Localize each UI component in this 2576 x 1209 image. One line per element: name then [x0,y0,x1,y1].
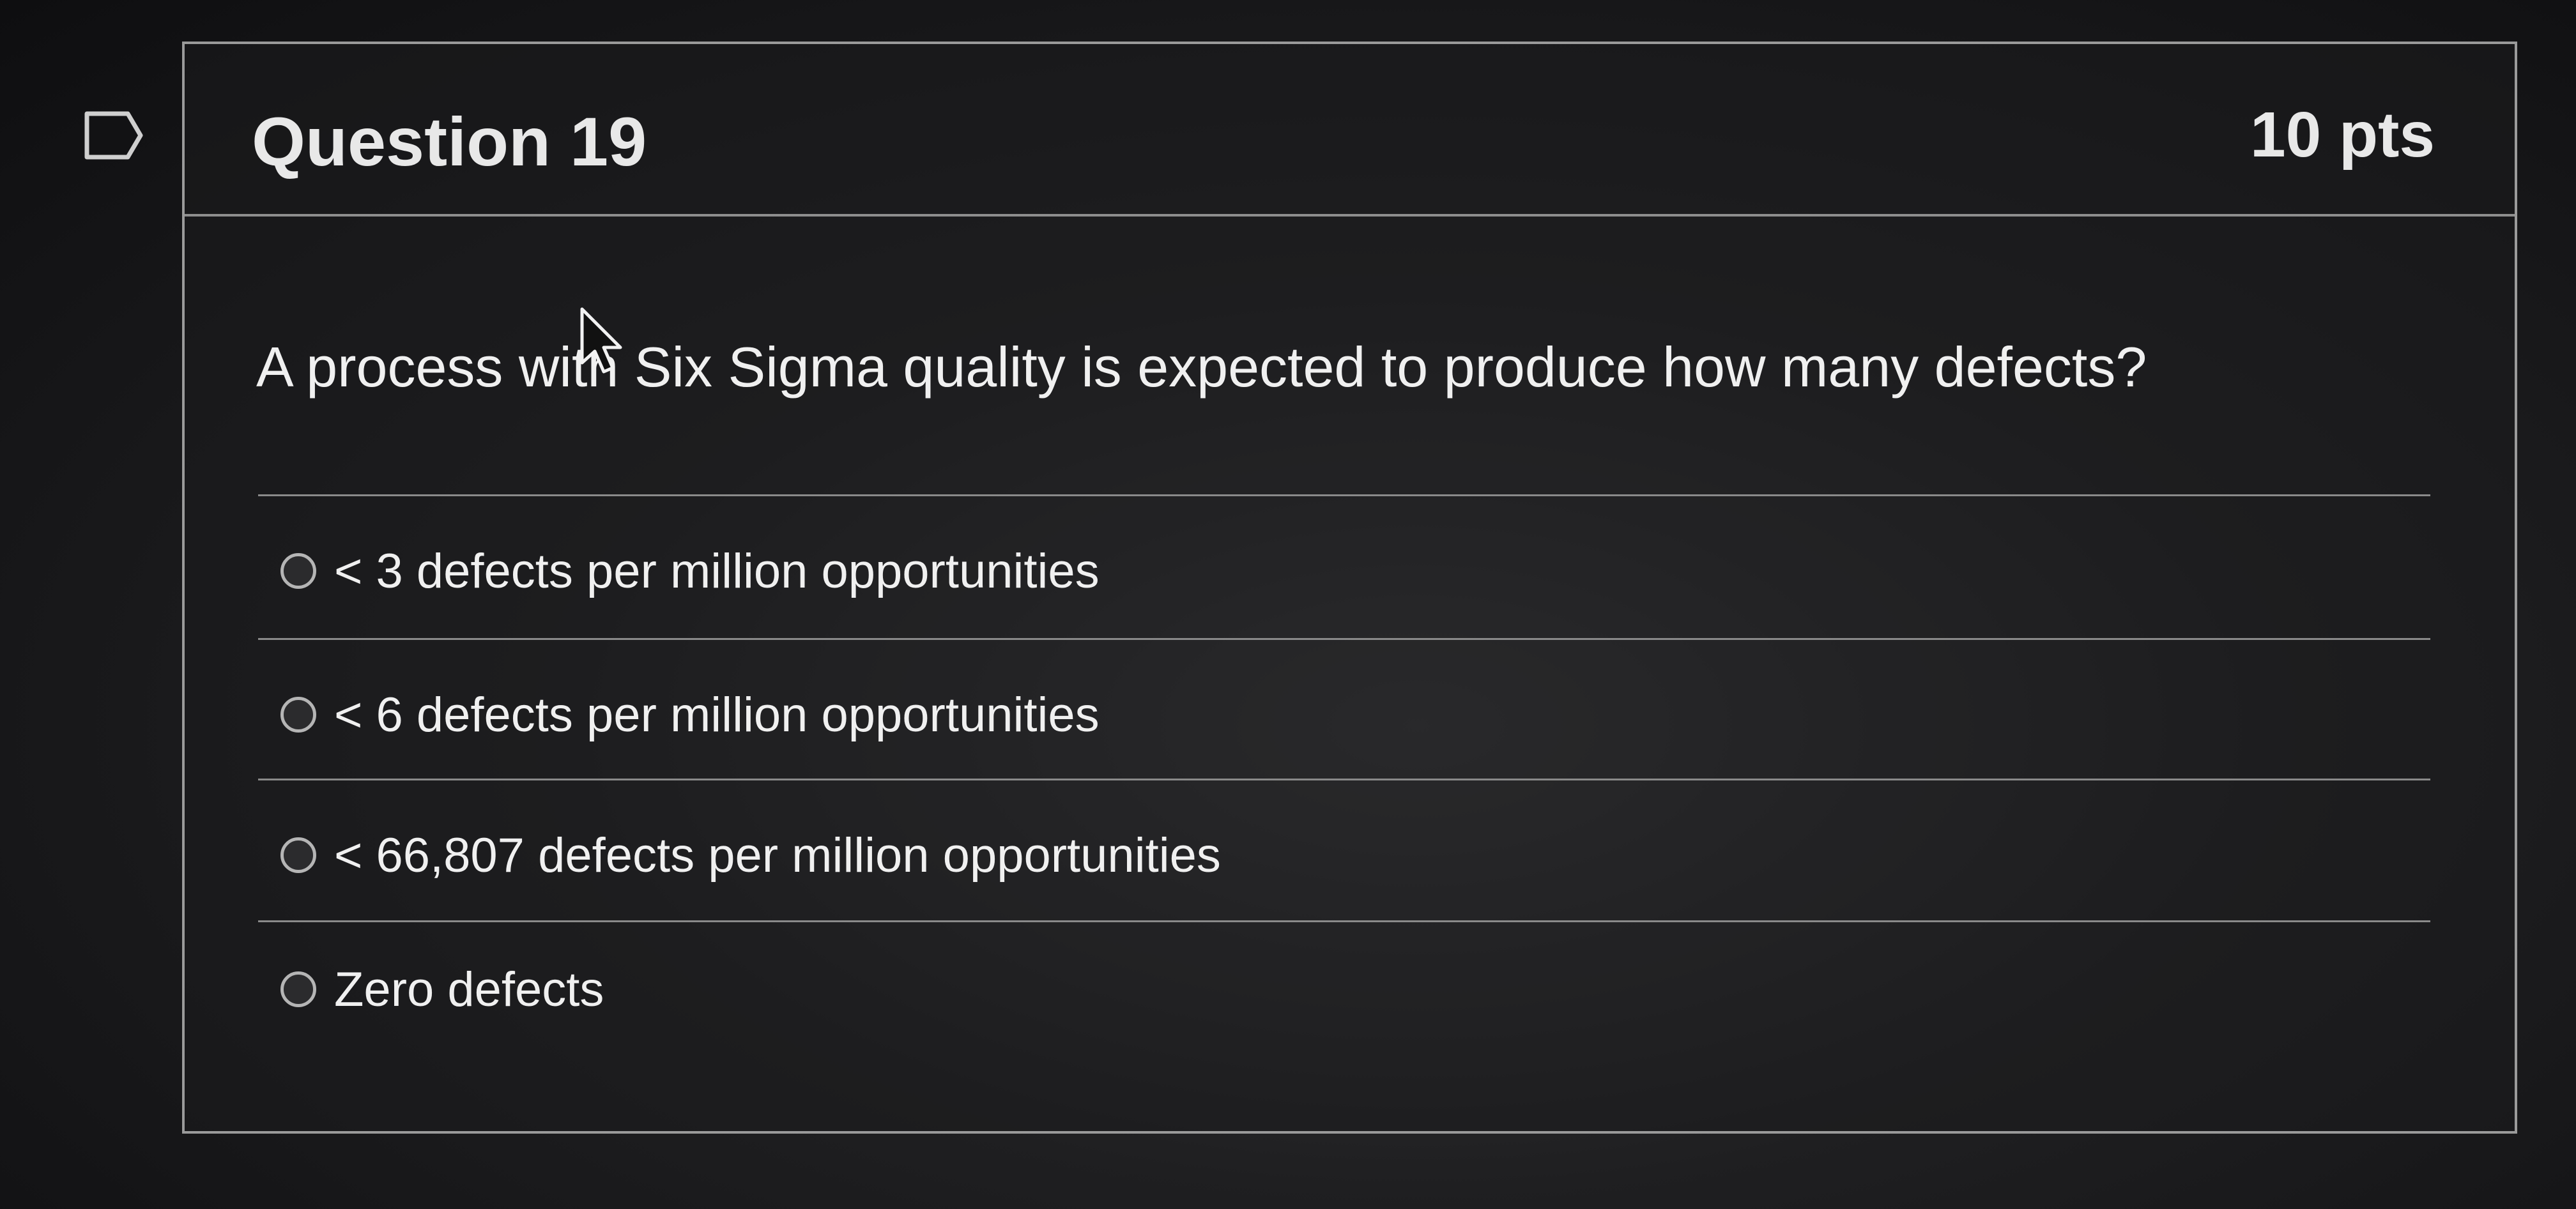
flag-question-icon[interactable] [83,110,144,161]
radio-button[interactable] [280,837,316,873]
cursor-arrow-icon [578,307,629,377]
answer-label: Zero defects [334,962,604,1017]
answer-option-3[interactable]: < 66,807 defects per million opportuniti… [280,817,1221,893]
radio-button[interactable] [280,553,316,589]
answer-divider [258,494,2430,496]
answer-option-4[interactable]: Zero defects [280,951,604,1028]
answer-divider [258,638,2430,640]
question-text: A process with Six Sigma quality is expe… [256,335,2147,399]
question-card: Question 19 10 pts A process with Six Si… [182,42,2517,1134]
radio-button[interactable] [280,971,316,1007]
answer-divider [258,920,2430,922]
radio-button[interactable] [280,697,316,733]
answer-option-1[interactable]: < 3 defects per million opportunities [280,533,1100,609]
question-title: Question 19 [252,103,647,180]
answer-label: < 66,807 defects per million opportuniti… [334,828,1221,883]
answer-divider [258,779,2430,780]
question-points: 10 pts [2250,99,2435,171]
answer-label: < 6 defects per million opportunities [334,687,1100,742]
question-header: Question 19 10 pts [185,44,2515,217]
answer-label: < 3 defects per million opportunities [334,544,1100,598]
answer-option-2[interactable]: < 6 defects per million opportunities [280,676,1100,753]
